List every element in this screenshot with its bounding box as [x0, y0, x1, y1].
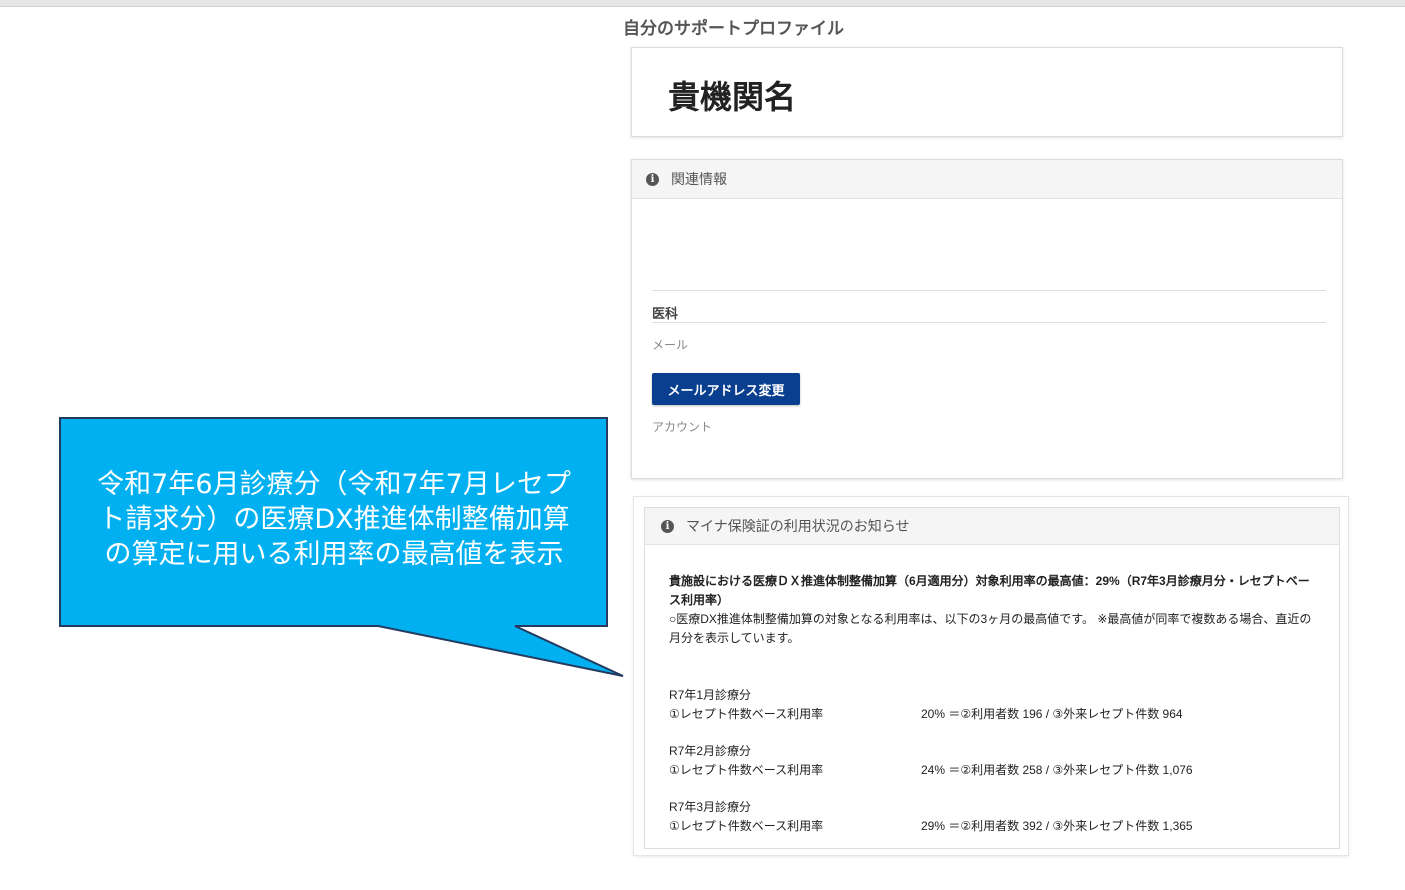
rate-row: ①レセプト件数ベース利用率 29% ＝②利用者数 392 / ③外来レセプト件数… — [669, 817, 1319, 836]
rate-row: ①レセプト件数ベース利用率 24% ＝②利用者数 258 / ③外来レセプト件数… — [669, 761, 1319, 780]
organization-name: 貴機関名 — [668, 78, 797, 116]
rate-value: 20% ＝②利用者数 196 / ③外来レセプト件数 964 — [921, 707, 1183, 721]
page-title: 自分のサポートプロファイル — [623, 19, 844, 39]
related-info-header: i 関連情報 — [632, 160, 1342, 199]
account-label: アカウント — [652, 420, 713, 434]
rate-label: ①レセプト件数ベース利用率 — [669, 763, 824, 777]
rate-label: ①レセプト件数ベース利用率 — [669, 707, 824, 721]
month-title: R7年2月診療分 — [669, 744, 752, 758]
month-title: R7年1月診療分 — [669, 688, 752, 702]
divider — [652, 322, 1326, 323]
myna-usage-title: マイナ保険証の利用状況のお知らせ — [686, 519, 910, 535]
month-block-mar: R7年3月診療分 ①レセプト件数ベース利用率 29% ＝②利用者数 392 / … — [669, 798, 1319, 836]
myna-usage-panel: i マイナ保険証の利用状況のお知らせ 貴施設における医療ＤＸ推進体制整備加算（6… — [633, 496, 1349, 856]
month-block-feb: R7年2月診療分 ①レセプト件数ベース利用率 24% ＝②利用者数 258 / … — [669, 742, 1319, 780]
mail-label: メール — [652, 338, 689, 352]
info-icon: i — [661, 519, 674, 533]
rate-label: ①レセプト件数ベース利用率 — [669, 819, 824, 833]
rate-row: ①レセプト件数ベース利用率 20% ＝②利用者数 196 / ③外来レセプト件数… — [669, 705, 1319, 724]
organization-name-card: 貴機関名 — [631, 47, 1343, 137]
month-title: R7年3月診療分 — [669, 800, 752, 814]
callout-line: ト請求分）の医療DX推進体制整備加算 — [98, 504, 570, 535]
month-block-jan: R7年1月診療分 ①レセプト件数ベース利用率 20% ＝②利用者数 196 / … — [669, 686, 1319, 724]
related-info-panel: i 関連情報 医科 メール メールアドレス変更 アカウント — [631, 159, 1343, 479]
rate-value: 29% ＝②利用者数 392 / ③外来レセプト件数 1,365 — [921, 819, 1193, 833]
callout-text: 令和7年6月診療分（令和7年7月レセプ ト請求分）の医療DX推進体制整備加算 の… — [62, 467, 606, 572]
department-label: 医科 — [652, 307, 679, 322]
rate-value: 24% ＝②利用者数 258 / ③外来レセプト件数 1,076 — [921, 763, 1193, 777]
divider — [652, 290, 1326, 291]
callout-line: 令和7年6月診療分（令和7年7月レセプ — [97, 469, 571, 500]
myna-usage-card: i マイナ保険証の利用状況のお知らせ 貴施設における医療ＤＸ推進体制整備加算（6… — [644, 507, 1340, 849]
max-rate-headline: 貴施設における医療ＤＸ推進体制整備加算（6月適用分）対象利用率の最高値：29%（… — [669, 574, 1310, 607]
myna-usage-body: 貴施設における医療ＤＸ推進体制整備加算（6月適用分）対象利用率の最高値：29%（… — [669, 572, 1319, 836]
related-info-title: 関連情報 — [671, 172, 727, 188]
rate-note: ○医療DX推進体制整備加算の対象となる利用率は、以下の3ヶ月の最高値です。 ※最… — [669, 612, 1312, 645]
myna-usage-header: i マイナ保険証の利用状況のお知らせ — [645, 508, 1339, 545]
info-icon: i — [646, 172, 659, 186]
browser-top-bar — [0, 0, 1405, 7]
change-email-button[interactable]: メールアドレス変更 — [652, 373, 800, 405]
callout-line: の算定に用いる利用率の最高値を表示 — [104, 539, 564, 570]
